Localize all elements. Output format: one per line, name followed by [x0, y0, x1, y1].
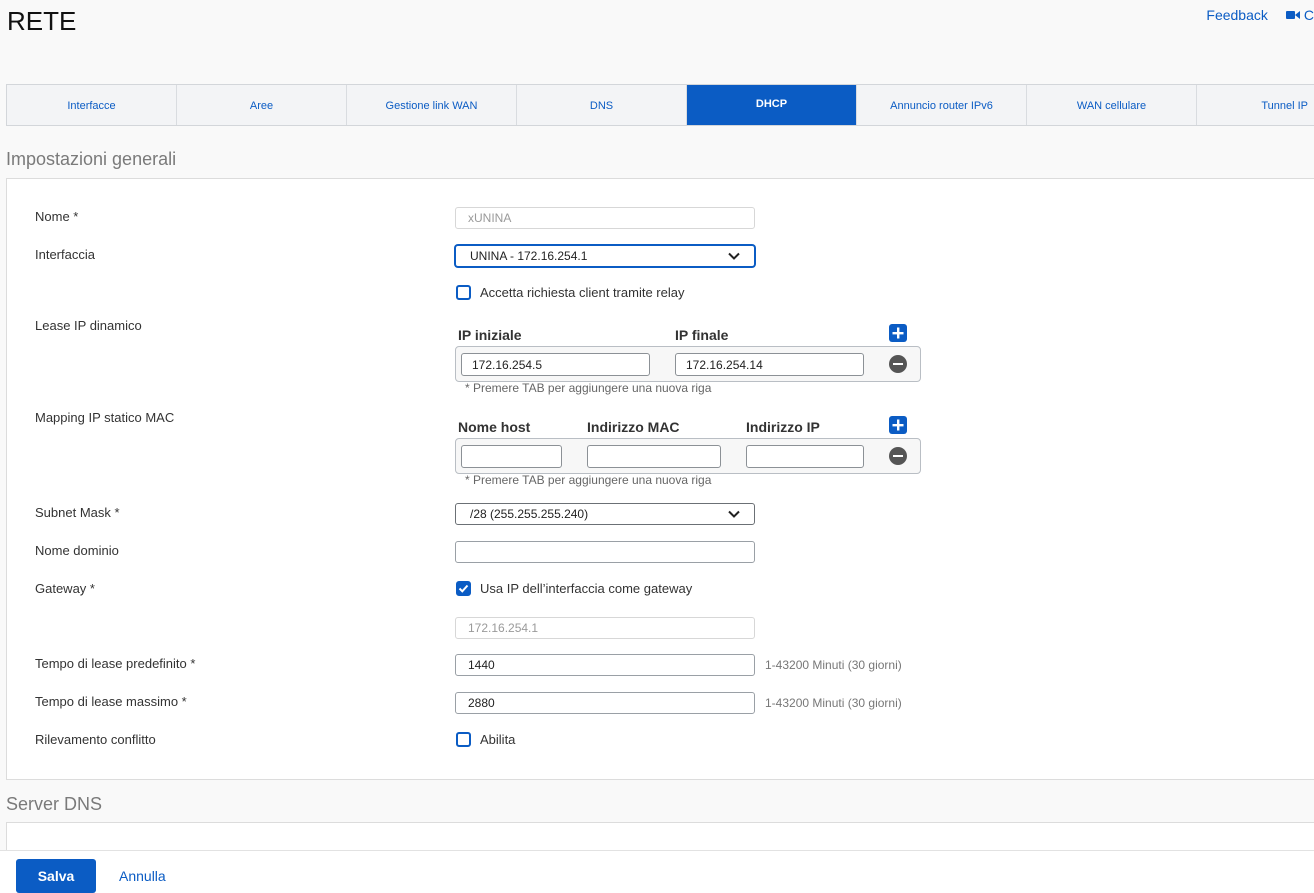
section-title-general: Impostazioni generali [6, 149, 177, 169]
lease-max-input[interactable]: 2880 [455, 692, 755, 714]
checkmark-icon [458, 584, 469, 593]
remove-mapping-row-icon[interactable] [889, 447, 907, 465]
lease-col-end: IP finale [675, 327, 729, 343]
interfaccia-value: UNINA - 172.16.254.1 [470, 249, 588, 263]
lease-default-label: Tempo di lease predefinito * [35, 656, 196, 671]
lease-max-hint: 1-43200 Minuti (30 giorni) [765, 696, 902, 710]
tab-tunnel-ip[interactable]: Tunnel IP [1197, 85, 1314, 125]
gateway-checkbox[interactable] [456, 581, 471, 596]
conflitto-checkbox-label: Abilita [480, 732, 516, 747]
subnet-select[interactable]: /28 (255.255.255.240) [455, 503, 755, 525]
conflitto-checkbox[interactable] [456, 732, 471, 747]
nome-input[interactable]: xUNINA [455, 207, 755, 229]
relay-label: Accetta richiesta client tramite relay [480, 285, 685, 300]
gateway-checkbox-label: Usa IP dell’interfaccia come gateway [480, 581, 693, 596]
mapping-col-host: Nome host [458, 419, 531, 435]
gateway-label: Gateway * [35, 581, 95, 596]
header-extra-label[interactable]: C [1304, 7, 1314, 23]
page-title: RETE [7, 6, 77, 36]
lease-start-input[interactable]: 172.16.254.5 [461, 353, 650, 376]
lease-default-input[interactable]: 1440 [455, 654, 755, 676]
add-mapping-row-icon[interactable] [889, 416, 907, 434]
subnet-label: Subnet Mask * [35, 505, 120, 520]
dominio-label: Nome dominio [35, 543, 119, 558]
lease-label: Lease IP dinamico [35, 318, 142, 333]
mapping-col-mac: Indirizzo MAC [587, 419, 680, 435]
subnet-value: /28 (255.255.255.240) [470, 507, 589, 521]
remove-lease-row-icon[interactable] [889, 355, 907, 373]
footer-bar: Salva Annulla [0, 850, 1314, 893]
mapping-row [455, 438, 921, 474]
lease-default-hint: 1-43200 Minuti (30 giorni) [765, 658, 902, 672]
mapping-host-input[interactable] [461, 445, 562, 468]
tab-gestione-link-wan[interactable]: Gestione link WAN [347, 85, 517, 125]
mapping-note: * Premere TAB per aggiungere una nuova r… [465, 473, 712, 487]
tab-bar: Interfacce Aree Gestione link WAN DNS DH… [6, 84, 1314, 126]
tab-interfacce[interactable]: Interfacce [7, 85, 177, 125]
save-button[interactable]: Salva [16, 859, 96, 893]
lease-end-input[interactable]: 172.16.254.14 [675, 353, 864, 376]
chevron-down-icon [728, 510, 740, 518]
mapping-label: Mapping IP statico MAC [35, 410, 175, 425]
mapping-ip-input[interactable] [746, 445, 864, 468]
conflitto-label: Rilevamento conflitto [35, 732, 156, 747]
tab-wan-cellulare[interactable]: WAN cellulare [1027, 85, 1197, 125]
relay-checkbox[interactable] [456, 285, 471, 300]
mapping-mac-input[interactable] [587, 445, 721, 468]
nome-label: Nome * [35, 209, 79, 224]
lease-note: * Premere TAB per aggiungere una nuova r… [465, 381, 712, 395]
feedback-link[interactable]: Feedback [1206, 7, 1267, 23]
add-lease-row-icon[interactable] [889, 324, 907, 342]
tab-aree[interactable]: Aree [177, 85, 347, 125]
mapping-col-ip: Indirizzo IP [746, 419, 820, 435]
tab-dhcp[interactable]: DHCP [687, 85, 857, 125]
header-actions: Feedback C [1206, 7, 1314, 23]
lease-col-start: IP iniziale [458, 327, 522, 343]
section-title-dns: Server DNS [6, 794, 103, 814]
dominio-input[interactable] [455, 541, 755, 563]
gateway-input[interactable]: 172.16.254.1 [455, 617, 755, 639]
tab-annuncio-router-ipv6[interactable]: Annuncio router IPv6 [857, 85, 1027, 125]
tab-dns[interactable]: DNS [517, 85, 687, 125]
chevron-down-icon [728, 252, 740, 260]
video-camera-icon[interactable] [1285, 10, 1300, 20]
cancel-button[interactable]: Annulla [119, 868, 166, 884]
interfaccia-select[interactable]: UNINA - 172.16.254.1 [455, 245, 755, 267]
interfaccia-label: Interfaccia [35, 247, 95, 262]
lease-row: 172.16.254.5 172.16.254.14 [455, 346, 921, 382]
lease-max-label: Tempo di lease massimo * [35, 694, 187, 709]
